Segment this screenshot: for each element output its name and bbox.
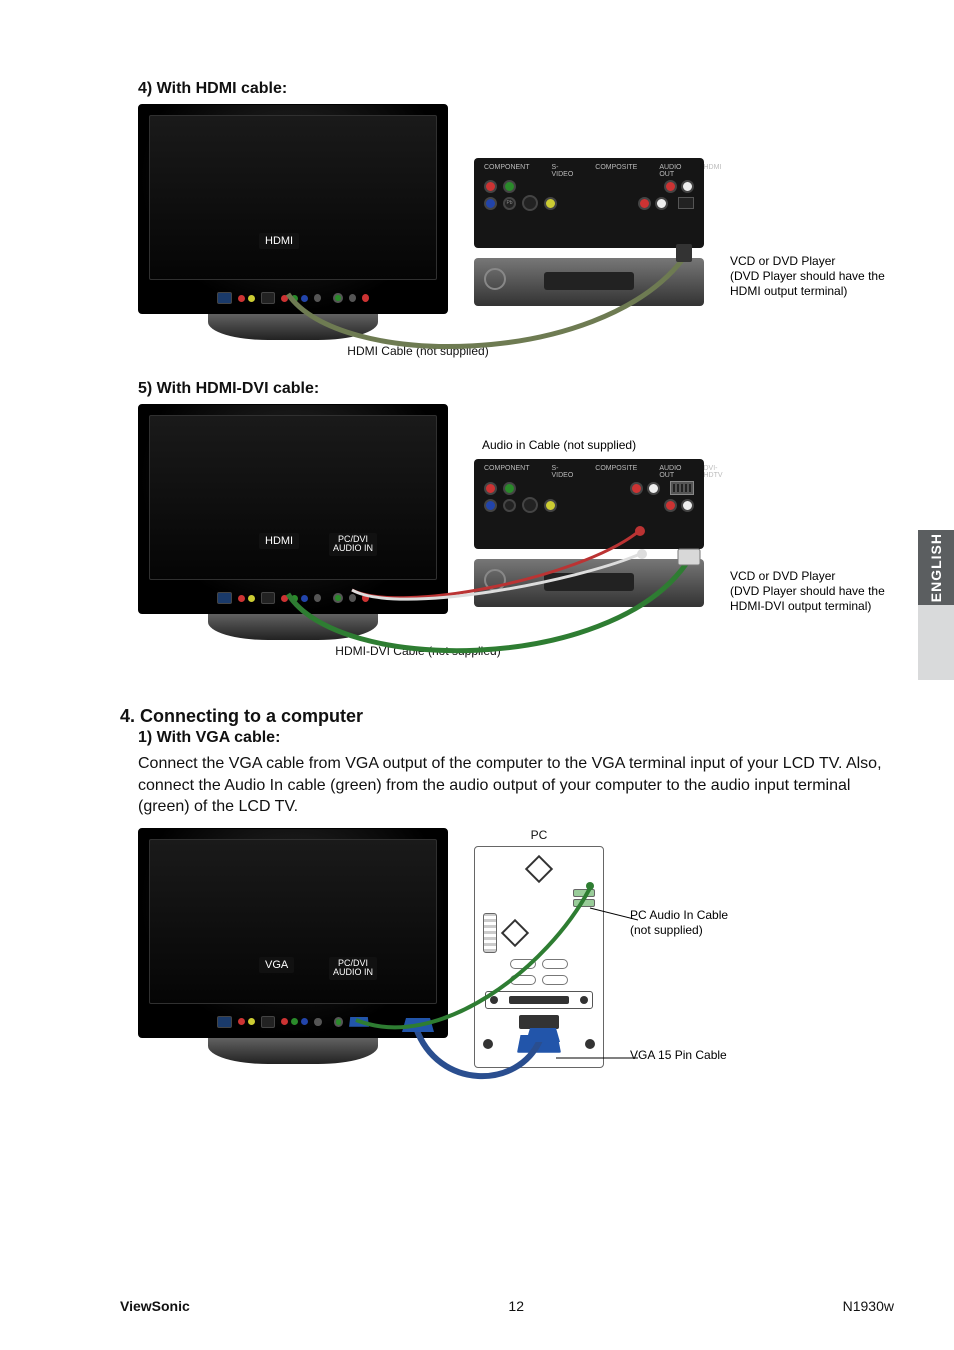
tv-illustration: VGA PC/DVI AUDIO IN [138,828,448,1064]
rear-label: AUDIO OUT [659,164,681,178]
rear-label: DVI-HDTV [703,465,722,479]
rear-label: COMPOSITE [595,164,637,178]
footer-model: N1930w [843,1298,894,1314]
pc-label: PC [474,828,604,842]
hdmi-dvi-note: VCD or DVD Player (DVD Player should hav… [730,569,894,614]
heading-connecting-computer: 4. Connecting to a computer [120,706,894,727]
tv-port-audio: PC/DVI AUDIO IN [329,957,377,980]
hdmi-note: VCD or DVD Player (DVD Player should hav… [730,254,894,299]
section-hdmi-dvi-title: 5) With HDMI-DVI cable: [138,380,894,398]
hdmi-caption: HDMI Cable (not supplied) [138,344,698,358]
tv-illustration: HDMI [138,104,448,340]
rear-label: COMPOSITE [595,465,637,479]
tv-port-hdmi: HDMI [259,533,299,549]
language-tab: ENGLISH [918,530,954,680]
player-illustration: Audio in Cable (not supplied) COMPONENT … [474,404,704,607]
section-vga-title: 1) With VGA cable: [138,729,894,747]
rear-label: COMPONENT [484,164,530,178]
rear-label: COMPONENT [484,465,530,479]
player-illustration: COMPONENT S-VIDEO COMPOSITE AUDIO OUT HD… [474,104,704,306]
footer-page: 12 [508,1298,524,1314]
rear-label: HDMI [703,164,721,178]
hdmi-dvi-caption: HDMI-DVI Cable (not supplied) [138,644,698,658]
footer-brand: ViewSonic [120,1298,190,1314]
tv-port-vga: VGA [259,957,294,973]
pc-audio-note: PC Audio In Cable (not supplied) [630,908,800,938]
section-hdmi-title: 4) With HDMI cable: [138,80,894,98]
rear-label: S-VIDEO [552,465,574,479]
audio-in-caption: Audio in Cable (not supplied) [474,438,704,453]
tv-port-audio: PC/DVI AUDIO IN [329,533,377,556]
rear-label: AUDIO OUT [659,465,681,479]
pc-illustration: PC [474,828,604,1068]
language-tab-label: ENGLISH [928,533,944,602]
rear-label: S-VIDEO [552,164,574,178]
vga-cable-note: VGA 15 Pin Cable [630,1048,800,1063]
page-footer: ViewSonic 12 N1930w [120,1298,894,1314]
tv-illustration: HDMI PC/DVI AUDIO IN [138,404,448,640]
tv-port-hdmi: HDMI [259,233,299,249]
vga-body-text: Connect the VGA cable from VGA output of… [138,753,884,818]
